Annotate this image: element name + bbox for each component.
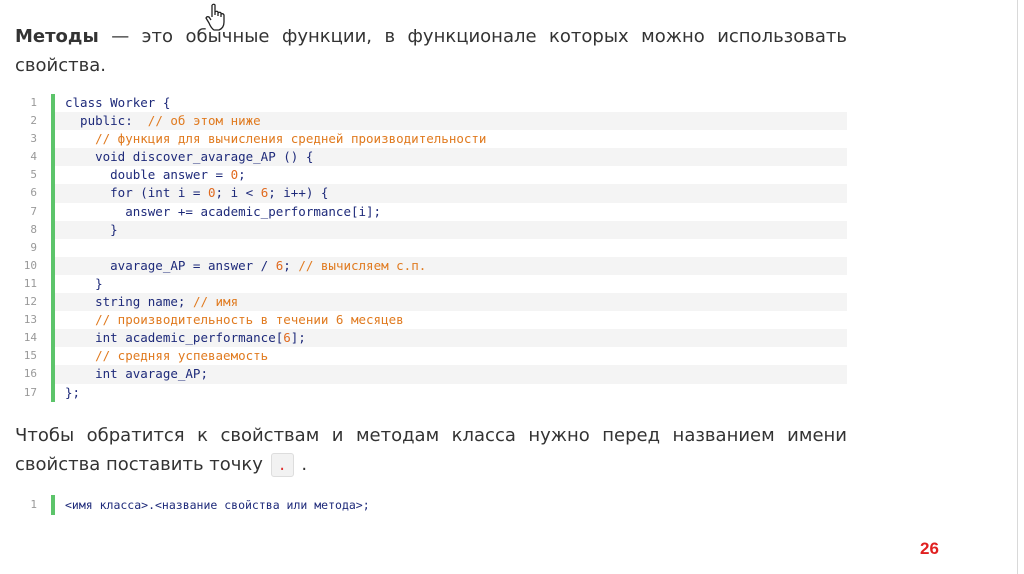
code-line: 10 avarage_AP = answer / 6; // вычисляем… bbox=[15, 256, 847, 275]
line-number: 11 bbox=[23, 276, 37, 290]
code-line: 12 string name; // имя bbox=[15, 293, 847, 312]
code-line: 2 public: // об этом ниже bbox=[15, 112, 847, 131]
access-text-line2-start: свойства поставить точку bbox=[15, 454, 269, 475]
access-text-line2-end: . bbox=[295, 454, 308, 475]
code-line: 14 int academic_performance[6]; bbox=[15, 329, 847, 348]
line-number: 8 bbox=[30, 222, 37, 236]
code-text: <имя класса>.<название свойства или мето… bbox=[65, 498, 370, 512]
line-number: 6 bbox=[30, 186, 37, 200]
intro-paragraph: Методы — это обычные функции, в функцион… bbox=[15, 22, 847, 80]
code-line: 1 <имя класса>.<название свойства или ме… bbox=[15, 495, 847, 515]
code-line: 13 // производительность в течении 6 мес… bbox=[15, 311, 847, 330]
page-number: 26 bbox=[920, 539, 939, 558]
code-text: int academic_performance[6]; bbox=[55, 329, 847, 348]
line-number: 16 bbox=[23, 367, 37, 381]
code-line: 11 } bbox=[15, 274, 847, 294]
code-line: 1 class Worker { bbox=[15, 94, 847, 113]
line-number: 1 bbox=[30, 498, 37, 511]
code-text: answer += academic_performance[i]; bbox=[65, 203, 382, 219]
code-text: for (int i = 0; i < 6; i++) { bbox=[55, 184, 847, 203]
code-text: } bbox=[55, 220, 847, 239]
line-number: 13 bbox=[23, 313, 37, 327]
code-line: 5 double answer = 0; bbox=[15, 166, 847, 185]
code-text: string name; // имя bbox=[55, 293, 847, 312]
code-text: avarage_AP = answer / 6; // вычисляем с.… bbox=[55, 256, 847, 275]
access-text-line1: Чтобы обратится к свойствам и методам кл… bbox=[15, 425, 847, 446]
methods-term: Методы bbox=[15, 26, 99, 47]
page-border bbox=[1017, 0, 1018, 574]
line-number: 10 bbox=[23, 258, 37, 272]
code-text: public: // об этом ниже bbox=[55, 112, 847, 131]
line-number: 4 bbox=[30, 150, 37, 164]
code-block-syntax: 1 <имя класса>.<название свойства или ме… bbox=[15, 495, 847, 515]
code-line: 7 answer += academic_performance[i]; bbox=[15, 202, 847, 221]
line-number: 5 bbox=[30, 168, 37, 182]
line-number: 2 bbox=[30, 114, 37, 128]
code-block-worker-class: 1 class Worker { 2 public: // об этом ниже… bbox=[15, 94, 847, 402]
code-line: 4 void discover_avarage_AP () { bbox=[15, 148, 847, 167]
code-text: // производительность в течении 6 месяце… bbox=[95, 312, 404, 328]
code-text: // функция для вычисления средней произв… bbox=[95, 131, 487, 147]
access-paragraph: Чтобы обратится к свойствам и методам кл… bbox=[15, 421, 847, 479]
code-text: void discover_avarage_AP () { bbox=[55, 148, 847, 167]
code-line: 17}; bbox=[15, 383, 847, 402]
intro-text-line2: свойства. bbox=[15, 55, 106, 76]
code-line: 6 for (int i = 0; i < 6; i++) { bbox=[15, 184, 847, 203]
code-line: 15 // средняя успеваемость bbox=[15, 347, 847, 366]
line-number: 9 bbox=[30, 240, 37, 254]
line-number: 17 bbox=[23, 385, 37, 399]
code-text: double answer = 0; bbox=[65, 167, 246, 183]
code-line: 9 bbox=[15, 238, 847, 257]
line-number: 3 bbox=[30, 132, 37, 146]
code-text: class Worker { bbox=[65, 95, 171, 110]
line-number: 14 bbox=[23, 331, 37, 345]
code-text: } bbox=[65, 275, 103, 291]
code-text: // средняя успеваемость bbox=[95, 348, 269, 364]
code-line: 3 // функция для вычисления средней прои… bbox=[15, 130, 847, 149]
line-number: 1 bbox=[30, 96, 37, 109]
line-number: 7 bbox=[30, 204, 37, 218]
code-text: }; bbox=[65, 384, 81, 400]
code-line: 16 int avarage_AP; bbox=[15, 365, 847, 384]
dot-inline-code: . bbox=[270, 453, 294, 477]
line-number: 12 bbox=[23, 295, 37, 309]
code-text: int avarage_AP; bbox=[55, 365, 847, 384]
intro-text-line1: — это обычные функции, в функционале кот… bbox=[98, 26, 847, 47]
line-number: 15 bbox=[23, 349, 37, 363]
code-line: 8 } bbox=[15, 220, 847, 239]
access-text-line2: свойства поставить точку . . bbox=[15, 450, 847, 479]
